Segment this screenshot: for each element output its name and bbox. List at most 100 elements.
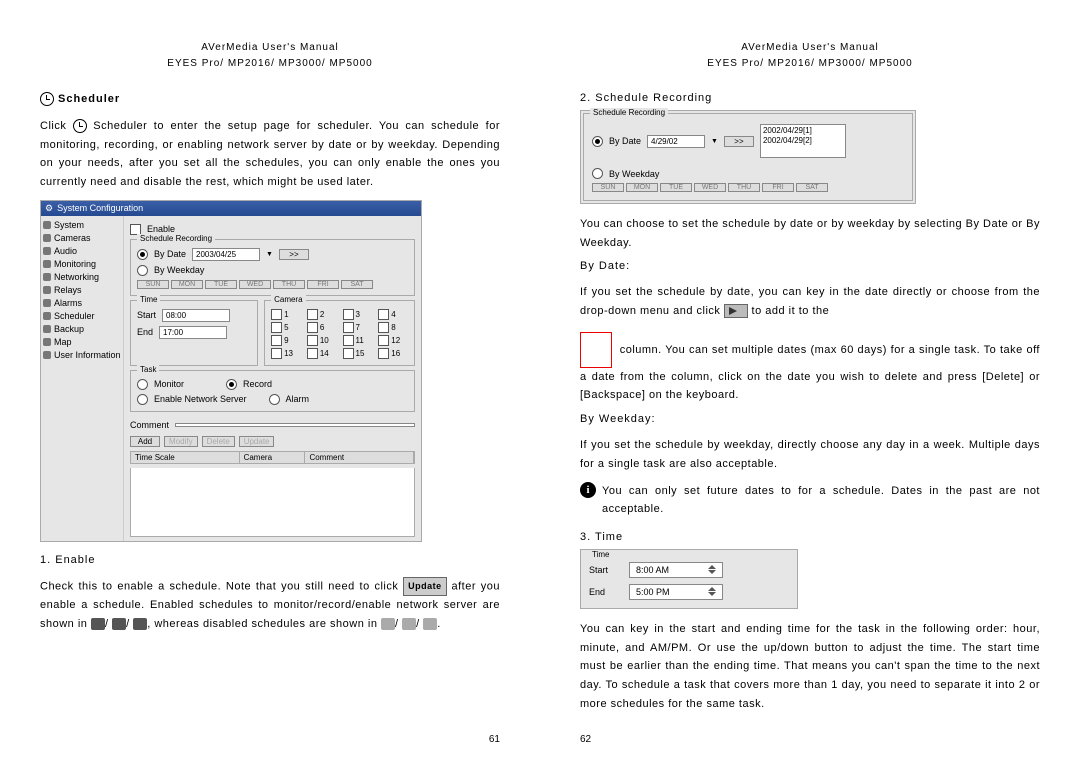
cam-checkbox[interactable] bbox=[343, 322, 354, 333]
sidebar-item[interactable]: Scheduler bbox=[43, 311, 121, 321]
item-2-schedule-recording: 2. Schedule Recording bbox=[580, 92, 1040, 104]
date-input[interactable]: 2003/04/25 bbox=[192, 248, 260, 261]
date-input[interactable]: 4/29/02 bbox=[647, 135, 705, 148]
day-button[interactable]: FRI bbox=[762, 183, 794, 192]
update-button[interactable]: Update bbox=[239, 436, 275, 447]
by-weekday-radio[interactable] bbox=[137, 265, 148, 276]
schedule-recording-group: Schedule Recording By Date 2003/04/25 ▼ … bbox=[130, 239, 415, 296]
relay-icon bbox=[43, 286, 51, 294]
add-arrow-icon bbox=[724, 304, 748, 318]
cam-checkbox[interactable] bbox=[307, 335, 318, 346]
network-enabled-icon bbox=[133, 618, 147, 630]
cam-checkbox[interactable] bbox=[343, 309, 354, 320]
day-button[interactable]: SUN bbox=[592, 183, 624, 192]
by-weekday-radio[interactable] bbox=[592, 168, 603, 179]
sidebar-item[interactable]: Alarms bbox=[43, 298, 121, 308]
day-button[interactable]: SAT bbox=[796, 183, 828, 192]
by-date-paragraph-2: column. You can set multiple dates (max … bbox=[580, 332, 1040, 405]
sidebar-item[interactable]: User Information bbox=[43, 350, 121, 360]
spinner-icon[interactable] bbox=[708, 587, 716, 596]
schedule-table-body bbox=[130, 468, 415, 537]
add-button[interactable]: Add bbox=[130, 436, 160, 447]
sidebar-item[interactable]: Cameras bbox=[43, 233, 121, 243]
day-button[interactable]: TUE bbox=[205, 280, 237, 289]
comment-input[interactable] bbox=[175, 423, 415, 427]
day-button[interactable]: MON bbox=[626, 183, 658, 192]
day-button[interactable]: SUN bbox=[137, 280, 169, 289]
end-time-input[interactable]: 5:00 PM bbox=[629, 584, 723, 600]
cam-checkbox[interactable] bbox=[271, 348, 282, 359]
page-number: 62 bbox=[580, 734, 591, 745]
by-date-radio[interactable] bbox=[137, 249, 148, 260]
alarm-icon bbox=[43, 299, 51, 307]
task-group: Task Monitor Record Enable Network Serve… bbox=[130, 370, 415, 412]
monitor-radio[interactable] bbox=[137, 379, 148, 390]
cam-checkbox[interactable] bbox=[343, 348, 354, 359]
date-list[interactable]: 2002/04/29[1] 2002/04/29[2] bbox=[760, 124, 846, 158]
modify-button[interactable]: Modify bbox=[164, 436, 198, 447]
cam-checkbox[interactable] bbox=[378, 335, 389, 346]
scheduler-heading: Scheduler bbox=[40, 92, 500, 106]
cam-checkbox[interactable] bbox=[307, 348, 318, 359]
sidebar-item[interactable]: Audio bbox=[43, 246, 121, 256]
cam-checkbox[interactable] bbox=[307, 322, 318, 333]
cam-checkbox[interactable] bbox=[271, 322, 282, 333]
day-button[interactable]: THU bbox=[273, 280, 305, 289]
by-weekday-subhead: By Weekday: bbox=[580, 413, 1040, 425]
info-icon: i bbox=[580, 482, 596, 498]
start-time-input[interactable]: 8:00 AM bbox=[629, 562, 723, 578]
cam-checkbox[interactable] bbox=[271, 309, 282, 320]
monitor-enabled-icon bbox=[91, 618, 105, 630]
cam-checkbox[interactable] bbox=[271, 335, 282, 346]
schedule-table-header: Time Scale Camera Comment bbox=[130, 451, 415, 464]
map-icon bbox=[43, 338, 51, 346]
user-icon bbox=[43, 351, 51, 359]
day-button[interactable]: TUE bbox=[660, 183, 692, 192]
sidebar-item[interactable]: Monitoring bbox=[43, 259, 121, 269]
update-inline-button: Update bbox=[403, 577, 447, 596]
end-time-input[interactable]: 17:00 bbox=[159, 326, 227, 339]
day-button[interactable]: WED bbox=[239, 280, 271, 289]
record-radio[interactable] bbox=[226, 379, 237, 390]
sidebar-item[interactable]: Networking bbox=[43, 272, 121, 282]
day-button[interactable]: WED bbox=[694, 183, 726, 192]
start-time-input[interactable]: 08:00 bbox=[162, 309, 230, 322]
page-number: 61 bbox=[489, 734, 500, 745]
cam-checkbox[interactable] bbox=[343, 335, 354, 346]
audio-icon bbox=[43, 247, 51, 255]
cam-checkbox[interactable] bbox=[378, 309, 389, 320]
backup-icon bbox=[43, 325, 51, 333]
add-date-button[interactable]: >> bbox=[724, 136, 754, 147]
info-note: i You can only set future dates to for a… bbox=[580, 482, 1040, 519]
folder-icon bbox=[43, 221, 51, 229]
by-date-radio[interactable] bbox=[592, 136, 603, 147]
time-paragraph: You can key in the start and ending time… bbox=[580, 620, 1040, 713]
system-config-window: ⚙ System Configuration System Cameras Au… bbox=[40, 200, 422, 542]
day-button[interactable]: FRI bbox=[307, 280, 339, 289]
by-date-subhead: By Date: bbox=[580, 260, 1040, 272]
sidebar-item[interactable]: Map bbox=[43, 337, 121, 347]
sidebar-item[interactable]: System bbox=[43, 220, 121, 230]
time-panel: Time Start 8:00 AM End 5:00 PM bbox=[580, 549, 798, 609]
day-button[interactable]: THU bbox=[728, 183, 760, 192]
cam-checkbox[interactable] bbox=[378, 348, 389, 359]
add-date-button[interactable]: >> bbox=[279, 249, 309, 260]
window-icon: ⚙ bbox=[45, 203, 53, 214]
intro-paragraph: Click Scheduler to enter the setup page … bbox=[40, 117, 500, 192]
alarm-radio[interactable] bbox=[269, 394, 280, 405]
day-button[interactable]: MON bbox=[171, 280, 203, 289]
enable-netserver-radio[interactable] bbox=[137, 394, 148, 405]
column-highlight-icon bbox=[580, 332, 612, 368]
schedule-recording-panel: Schedule Recording By Date 4/29/02 ▼ >> … bbox=[580, 110, 916, 204]
day-button[interactable]: SAT bbox=[341, 280, 373, 289]
clock-icon-inline bbox=[73, 119, 87, 133]
network-disabled-icon bbox=[423, 618, 437, 630]
monitor-icon bbox=[43, 260, 51, 268]
delete-button[interactable]: Delete bbox=[202, 436, 235, 447]
sidebar-item[interactable]: Relays bbox=[43, 285, 121, 295]
monitor-disabled-icon bbox=[381, 618, 395, 630]
sidebar-item[interactable]: Backup bbox=[43, 324, 121, 334]
spinner-icon[interactable] bbox=[708, 565, 716, 574]
cam-checkbox[interactable] bbox=[378, 322, 389, 333]
cam-checkbox[interactable] bbox=[307, 309, 318, 320]
